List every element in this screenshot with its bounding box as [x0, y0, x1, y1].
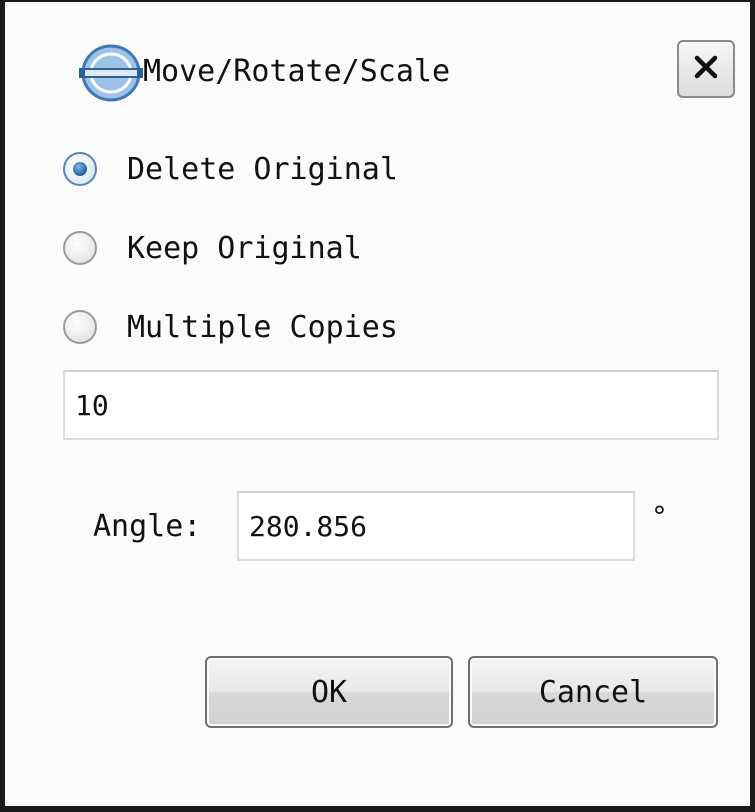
delete-original-label: Delete Original [127, 151, 398, 187]
delete-original-radio[interactable] [63, 152, 97, 186]
title-bar[interactable]: Move/Rotate/Scale [5, 2, 750, 122]
keep-original-label: Keep Original [127, 230, 362, 266]
delete-original-option[interactable]: Delete Original [63, 147, 398, 191]
close-button[interactable] [677, 40, 735, 98]
cancel-button[interactable]: Cancel [468, 656, 718, 728]
angle-label: Angle: [93, 509, 202, 544]
multiple-copies-option[interactable]: Multiple Copies [63, 305, 398, 349]
keep-original-option[interactable]: Keep Original [63, 226, 362, 270]
keep-original-radio[interactable] [63, 231, 97, 265]
multiple-copies-radio[interactable] [63, 310, 97, 344]
degree-unit: ° [651, 500, 668, 533]
close-icon [693, 55, 719, 83]
copies-count-input[interactable] [63, 370, 719, 440]
app-logo-icon [75, 42, 147, 104]
move-rotate-scale-dialog: Move/Rotate/Scale Delete Original Keep O… [0, 0, 755, 812]
ok-button[interactable]: OK [205, 656, 453, 728]
window-title: Move/Rotate/Scale [143, 54, 451, 89]
angle-input[interactable] [237, 491, 635, 561]
multiple-copies-label: Multiple Copies [127, 309, 398, 345]
